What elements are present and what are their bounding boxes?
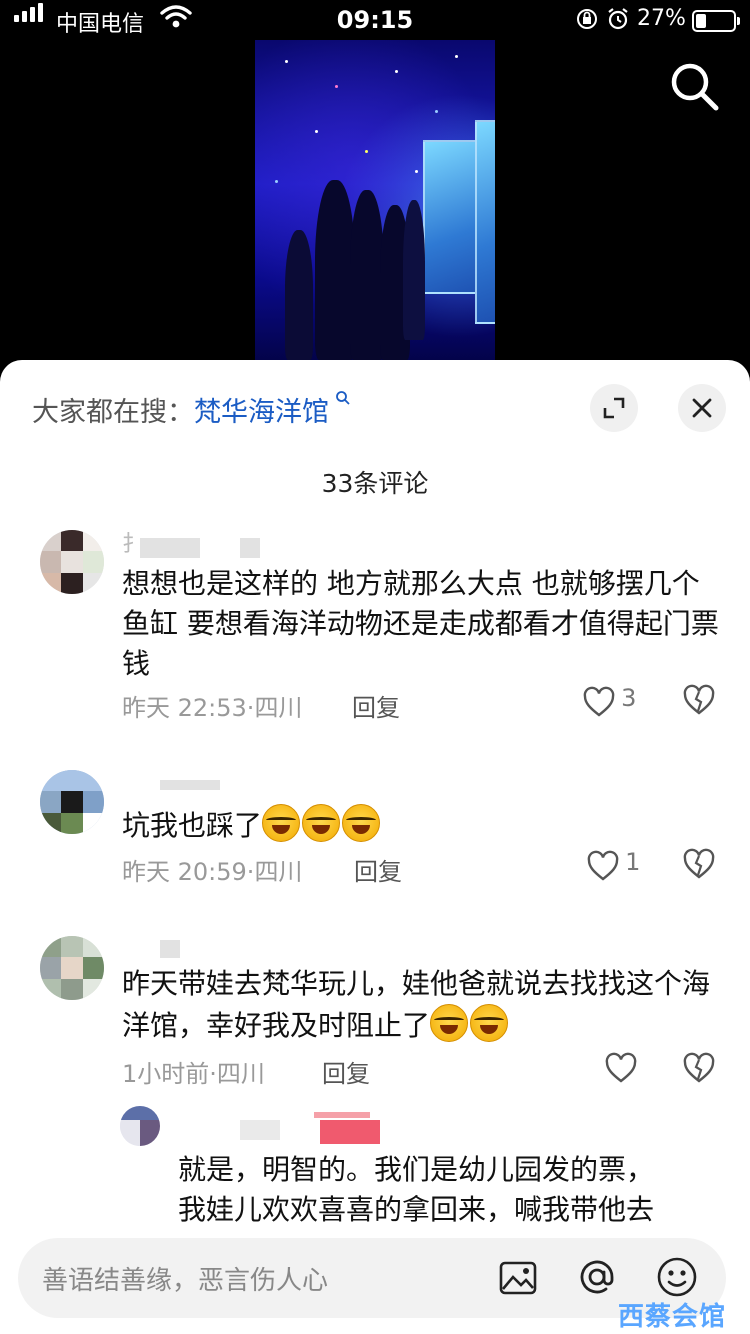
comment-input-placeholder: 善语结善缘，恶言伤人心 <box>42 1266 329 1296</box>
image-icon[interactable] <box>498 1258 538 1302</box>
comment-text: 昨天带娃去梵华玩儿，娃他爸就说去找找这个海洋馆，幸好我及时阻止了 <box>122 967 711 1042</box>
alarm-icon <box>606 7 630 37</box>
laugh-cry-emoji <box>262 804 301 842</box>
username-redaction <box>240 1120 280 1140</box>
comment-location: 四川 <box>254 694 303 722</box>
status-bar: 中国电信 09:15 27% <box>0 0 750 40</box>
video-thumbnail[interactable] <box>255 40 495 360</box>
reply-button[interactable]: 回复 <box>322 1054 370 1089</box>
battery-percent: 27% <box>637 6 686 31</box>
heart-icon <box>583 686 615 717</box>
comment-meta: 1小时前·四川 <box>122 1060 265 1088</box>
username-redaction <box>314 1112 370 1118</box>
comment-text: 就是，明智的。我们是幼儿园发的票， 我娃儿欢欢喜喜的拿回来，喊我带他去 <box>178 1153 655 1226</box>
reply-button[interactable]: 回复 <box>354 852 402 887</box>
like-count: 3 <box>621 684 637 712</box>
dislike-button[interactable] <box>682 848 716 884</box>
comment-time: 1小时前 <box>122 1060 210 1088</box>
laugh-cry-emoji <box>430 1004 469 1042</box>
like-button[interactable] <box>604 1052 638 1088</box>
comment-meta: 昨天 22:53·四川 <box>122 694 303 722</box>
comment-time: 昨天 22:53 <box>122 694 247 722</box>
avatar[interactable] <box>40 770 104 834</box>
username-redaction <box>160 780 220 790</box>
at-icon[interactable] <box>576 1256 618 1302</box>
comment-text: 坑我也踩了 <box>122 804 722 846</box>
laugh-cry-emoji <box>342 804 381 842</box>
close-icon <box>692 398 712 418</box>
username-redaction <box>160 940 180 958</box>
avatar[interactable] <box>120 1106 160 1146</box>
hot-search-prefix: 大家都在搜： <box>32 397 194 428</box>
avatar[interactable] <box>40 936 104 1000</box>
username-redaction <box>140 538 200 558</box>
laugh-cry-emoji <box>302 804 341 842</box>
hot-search-bar[interactable]: 大家都在搜：梵华海洋馆 <box>32 390 351 429</box>
avatar[interactable] <box>40 530 104 594</box>
comments-panel: 大家都在搜：梵华海洋馆 33条评论 扌 想想也是这样的 地方就那么大点 也就够摆… <box>0 360 750 1334</box>
comment-text: 想想也是这样的 地方就那么大点 也就够摆几个鱼缸 要想看海洋动物还是走成都看才值… <box>122 567 719 680</box>
hot-search-keyword[interactable]: 梵华海洋馆 <box>194 397 329 428</box>
comment-location: 四川 <box>216 1060 265 1088</box>
search-icon[interactable] <box>664 56 724 116</box>
search-icon <box>329 390 351 411</box>
broken-heart-icon <box>683 848 715 879</box>
laugh-cry-emoji <box>470 1004 509 1042</box>
reply-button[interactable]: 回复 <box>352 688 400 723</box>
like-button[interactable]: 3 <box>582 684 636 718</box>
rotation-lock-icon <box>576 8 598 36</box>
like-count: 1 <box>625 848 641 876</box>
comment-count: 33条评论 <box>321 469 429 498</box>
dislike-button[interactable] <box>682 684 716 720</box>
like-button[interactable]: 1 <box>586 848 640 882</box>
dislike-button[interactable] <box>682 1052 716 1088</box>
close-button[interactable] <box>678 384 726 432</box>
comment-location: 四川 <box>254 858 303 886</box>
broken-heart-icon <box>683 1052 715 1083</box>
username-redaction <box>240 538 260 558</box>
comment-meta: 昨天 20:59·四川 <box>122 858 303 886</box>
heart-icon <box>605 1052 637 1083</box>
expand-button[interactable] <box>590 384 638 432</box>
battery-icon <box>692 10 740 32</box>
watermark: 西蔡会馆 <box>618 1302 727 1332</box>
comment-time: 昨天 20:59 <box>122 858 247 886</box>
expand-icon <box>603 397 625 419</box>
heart-icon <box>587 850 619 881</box>
username-redaction <box>320 1120 380 1144</box>
broken-heart-icon <box>683 684 715 715</box>
